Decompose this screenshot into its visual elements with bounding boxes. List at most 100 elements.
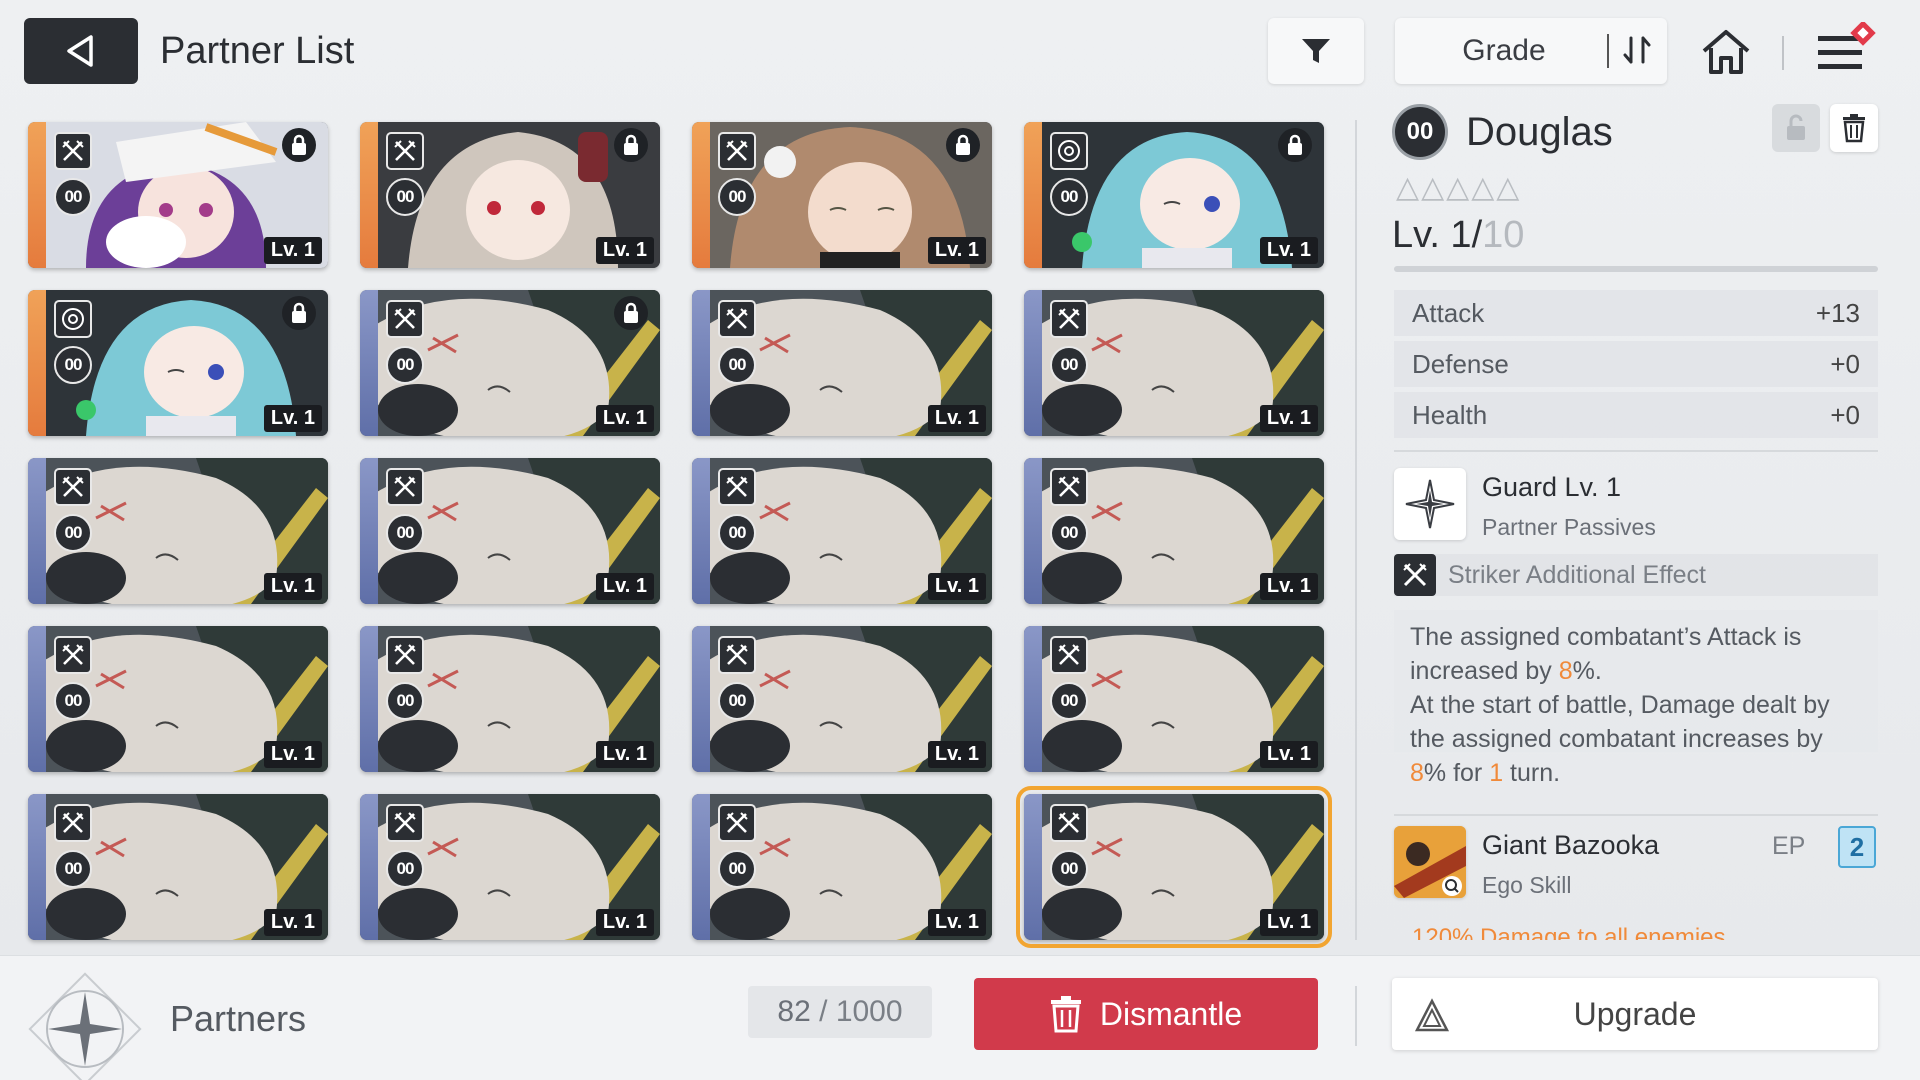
effect-description: The assigned combatant’s Attack is incre… (1394, 610, 1878, 787)
back-button[interactable] (24, 18, 138, 84)
count-current: 82 (777, 995, 811, 1028)
card-badge: 00 (1050, 178, 1088, 216)
passive-skill-icon[interactable] (1394, 468, 1466, 540)
card-level: Lv. 1 (1259, 405, 1318, 432)
card-badge: 00 (54, 178, 92, 216)
menu-icon[interactable] (1812, 22, 1876, 82)
partner-card[interactable]: 00 Lv. 1 (1024, 626, 1324, 772)
card-level: Lv. 1 (1259, 237, 1318, 264)
partner-card[interactable]: 00 Lv. 1 (692, 290, 992, 436)
card-level: Lv. 1 (595, 405, 654, 432)
desc-text: turn. (1503, 759, 1561, 787)
card-badge: 00 (718, 178, 756, 216)
card-badge: 00 (386, 346, 424, 384)
partner-card[interactable]: 00 Lv. 1 (692, 122, 992, 268)
passive-title: Guard Lv. 1 (1482, 472, 1622, 502)
stat-row-defense: Defense +0 (1394, 341, 1878, 387)
partner-card[interactable]: 00 Lv. 1 (1024, 290, 1324, 436)
sort-label: Grade (1462, 34, 1546, 67)
panel-separator (1355, 120, 1357, 940)
card-badge: 00 (386, 178, 424, 216)
desc-highlight: 8 (1410, 759, 1424, 787)
card-level: Lv. 1 (595, 573, 654, 600)
desc-text: The assigned combatant’s Attack is incre… (1410, 623, 1802, 685)
upgrade-label: Upgrade (1573, 995, 1697, 1032)
partner-card[interactable]: 00 Lv. 1 (692, 626, 992, 772)
card-level: Lv. 1 (1259, 909, 1318, 936)
sort-button[interactable]: Grade (1395, 18, 1667, 84)
home-icon[interactable] (1698, 24, 1754, 80)
partner-card[interactable]: 00 Lv. 1 (692, 458, 992, 604)
card-badge: 00 (386, 850, 424, 888)
card-level: Lv. 1 (927, 573, 986, 600)
partner-card[interactable]: 00 Lv. 1 (28, 122, 328, 268)
sort-order-icon[interactable] (1617, 30, 1661, 72)
rarity-stripe (692, 458, 710, 604)
card-badge: 00 (718, 850, 756, 888)
card-badge: 00 (1050, 514, 1088, 552)
striker-class-icon (1050, 804, 1088, 842)
partner-grid: 00 Lv. 1 00 Lv. 1 00 Lv. 1 00 Lv. 1 00 Lv. 1 00 Lv.… (28, 122, 1332, 948)
upgrade-arrow-icon (1414, 998, 1450, 1032)
partner-card[interactable]: 00 Lv. 1 (28, 458, 328, 604)
rarity-stripe (360, 290, 378, 436)
striker-class-icon (54, 804, 92, 842)
card-badge: 00 (718, 346, 756, 384)
level-current: Lv. 1/ (1392, 214, 1483, 256)
partner-card[interactable]: 00 Lv. 1 (1024, 122, 1324, 268)
delete-button[interactable] (1830, 104, 1878, 152)
footer-label: Partners (170, 998, 307, 1039)
card-badge: 00 (386, 682, 424, 720)
striker-class-icon (718, 804, 756, 842)
card-badge: 00 (386, 514, 424, 552)
upgrade-button[interactable]: Upgrade (1392, 978, 1878, 1050)
stat-label: Defense (1412, 348, 1509, 379)
partner-card[interactable]: 00 Lv. 1 (360, 626, 660, 772)
support-class-icon (54, 300, 92, 338)
stat-value: +0 (1830, 399, 1860, 430)
partner-card[interactable]: 00 Lv. 1 (360, 458, 660, 604)
effect-label: Striker Additional Effect (1448, 561, 1707, 589)
trash-icon (1050, 996, 1081, 1033)
partner-card[interactable]: 00 Lv. 1 (360, 122, 660, 268)
partner-card[interactable]: 00 Lv. 1 (692, 794, 992, 940)
partner-card[interactable]: 00 Lv. 1 (28, 290, 328, 436)
rarity-stripe (360, 458, 378, 604)
partner-name: Douglas (1466, 110, 1613, 154)
lock-button[interactable] (1772, 104, 1820, 152)
dismantle-button[interactable]: Dismantle (974, 978, 1318, 1050)
lock-icon (614, 296, 648, 330)
unlock-icon (1787, 114, 1805, 140)
striker-class-icon (1050, 636, 1088, 674)
partner-card[interactable]: 00 Lv. 1 (360, 290, 660, 436)
ep-label: EP (1772, 832, 1806, 860)
desc-line-1: The assigned combatant’s Attack is incre… (1410, 620, 1862, 688)
stat-label: Health (1412, 399, 1488, 430)
card-badge: 00 (54, 850, 92, 888)
desc-highlight: 1 (1489, 759, 1504, 787)
partner-card[interactable]: 00 Lv. 1 (28, 794, 328, 940)
count-separator: / (810, 995, 836, 1028)
partner-card[interactable]: 00 Lv. 1 (1024, 458, 1324, 604)
card-badge: 00 (54, 682, 92, 720)
rarity-stripe (28, 290, 46, 436)
partner-card[interactable]: 00 Lv. 1 (28, 626, 328, 772)
rarity-stripe (28, 458, 46, 604)
lock-icon (614, 128, 648, 162)
card-level: Lv. 1 (595, 909, 654, 936)
filter-icon (1302, 39, 1330, 63)
rarity-stripe (1024, 794, 1042, 940)
striker-class-icon (386, 300, 424, 338)
rarity-stripe (692, 626, 710, 772)
ego-skill-icon[interactable] (1394, 826, 1466, 898)
card-badge: 00 (718, 682, 756, 720)
partner-card[interactable]: 00 Lv. 1 (1016, 786, 1332, 948)
striker-class-icon (718, 132, 756, 170)
filter-button[interactable] (1268, 18, 1364, 84)
rarity-stripe (1024, 458, 1042, 604)
partner-card[interactable]: 00 Lv. 1 (360, 794, 660, 940)
rarity-stars: △△△△△ (1396, 171, 1522, 204)
rarity-stripe (28, 122, 46, 268)
card-level: Lv. 1 (263, 909, 322, 936)
card-level: Lv. 1 (263, 237, 322, 264)
